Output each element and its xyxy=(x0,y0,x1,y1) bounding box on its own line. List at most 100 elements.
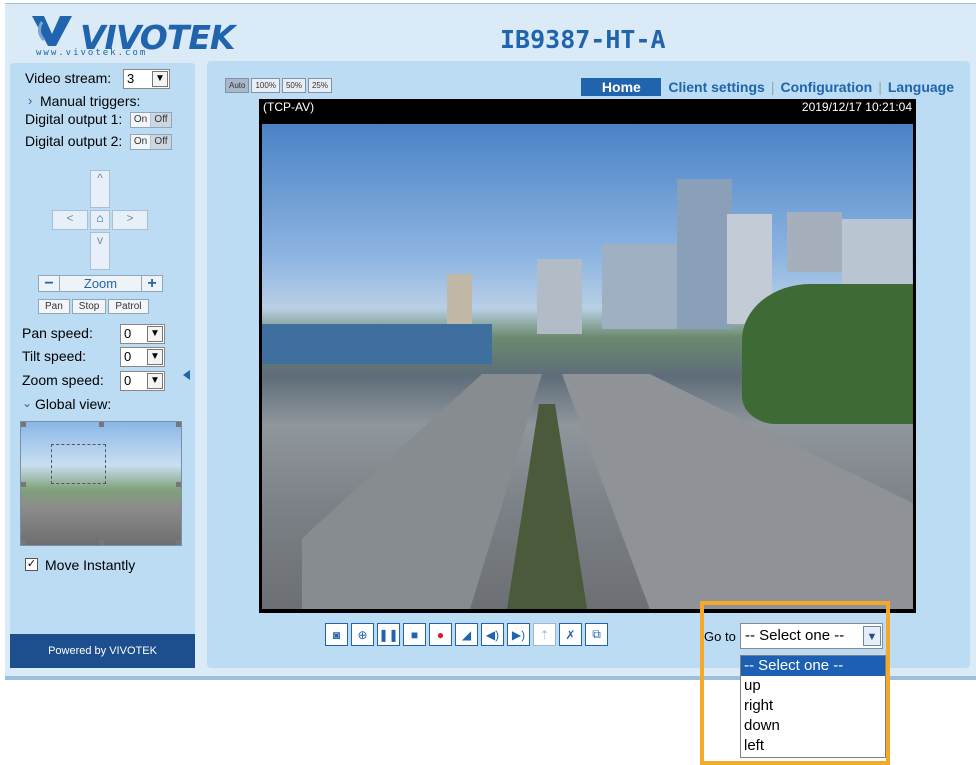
stop-button[interactable]: Stop xyxy=(71,299,107,314)
nav-home[interactable]: Home xyxy=(581,78,662,96)
digital-output-1-on-button[interactable]: On xyxy=(131,113,151,127)
upload-button[interactable]: ⇡ xyxy=(533,623,556,646)
nav-client-settings[interactable]: Client settings xyxy=(668,79,764,95)
vivotek-logo: VIVOTEK www.vivotek.com xyxy=(30,12,235,58)
dropdown-option[interactable]: up xyxy=(741,676,885,696)
home-icon: ⌂ xyxy=(96,211,104,225)
zoom-speed-select[interactable]: 0 ▼ xyxy=(120,371,165,391)
chevron-left-icon: < xyxy=(66,211,74,225)
fullscreen-button[interactable]: ⧉ xyxy=(585,623,608,646)
volume-icon: ◢ xyxy=(461,627,472,642)
pan-speed-value: 0 xyxy=(124,326,132,341)
global-view-thumbnail[interactable] xyxy=(20,421,182,546)
digital-output-2-off-button[interactable]: Off xyxy=(151,135,171,149)
live-video-view[interactable]: (TCP-AV) 2019/12/17 10:21:04 xyxy=(259,99,916,613)
move-instantly-checkbox[interactable]: ✓ xyxy=(25,558,38,571)
video-stream-select[interactable]: 3 ▼ xyxy=(123,69,170,89)
camera-scene-trees xyxy=(742,284,913,424)
dropdown-option[interactable]: down xyxy=(741,716,885,736)
resize-handle[interactable] xyxy=(99,540,104,545)
ptz-down-button[interactable]: v xyxy=(90,232,110,270)
zoom-control: − Zoom + xyxy=(38,275,163,292)
resize-handle[interactable] xyxy=(176,422,181,427)
size-auto-button[interactable]: Auto xyxy=(225,78,250,93)
fullscreen-icon: ⧉ xyxy=(592,627,601,641)
ptz-left-button[interactable]: < xyxy=(52,210,88,230)
resize-handle[interactable] xyxy=(99,422,104,427)
resize-handle[interactable] xyxy=(176,540,181,545)
resize-handle[interactable] xyxy=(21,482,26,487)
chevron-right-icon: > xyxy=(126,211,134,225)
nav-language[interactable]: Language xyxy=(888,79,954,95)
digital-output-1-off-button[interactable]: Off xyxy=(151,113,171,127)
size-25-button[interactable]: 25% xyxy=(307,78,332,93)
speaker-icon: ◀) xyxy=(485,627,500,642)
camera-scene-river xyxy=(262,324,492,364)
zoom-in-icon: ⊕ xyxy=(357,627,368,642)
size-50-button[interactable]: 50% xyxy=(281,78,306,93)
patrol-button[interactable]: Patrol xyxy=(108,299,149,314)
resize-handle[interactable] xyxy=(21,540,26,545)
triangle-right-icon: › xyxy=(28,93,33,108)
chevron-down-icon: ▼ xyxy=(147,349,163,365)
tilt-speed-select[interactable]: 0 ▼ xyxy=(120,347,165,367)
ptz-home-button[interactable]: ⌂ xyxy=(90,210,110,230)
record-button[interactable]: ● xyxy=(429,623,452,646)
zoom-out-button[interactable]: − xyxy=(39,276,59,292)
resize-handle[interactable] xyxy=(21,422,26,427)
chevron-down-icon: ▼ xyxy=(863,626,881,646)
pause-button[interactable]: ❚❚ xyxy=(377,623,400,646)
snapshot-button[interactable]: ◙ xyxy=(325,623,348,646)
video-stream-label: Video stream: xyxy=(25,70,112,86)
video-protocol: (TCP-AV) xyxy=(263,100,315,114)
ptz-right-button[interactable]: > xyxy=(112,210,148,230)
dropdown-option[interactable]: left xyxy=(741,736,885,756)
dropdown-option[interactable]: right xyxy=(741,696,885,716)
zoom-label: Zoom xyxy=(59,276,142,291)
zoom-speed-label: Zoom speed: xyxy=(22,372,104,388)
ptz-up-button[interactable]: ^ xyxy=(90,170,110,208)
size-100-button[interactable]: 100% xyxy=(251,78,280,93)
nav-separator: | xyxy=(878,79,882,95)
video-timestamp: 2019/12/17 10:21:04 xyxy=(801,100,912,114)
digital-output-2-label: Digital output 2: xyxy=(25,133,123,149)
talk-icon: ▶) xyxy=(511,627,526,642)
page-title: IB9387-HT-A xyxy=(500,25,666,54)
stop-icon: ■ xyxy=(410,627,419,642)
chevron-down-icon: v xyxy=(97,233,103,247)
pan-speed-label: Pan speed: xyxy=(22,325,93,341)
camera-icon: ◙ xyxy=(332,627,341,642)
upload-icon: ⇡ xyxy=(539,627,550,642)
chevron-down-icon: ▼ xyxy=(152,71,168,87)
pan-speed-select[interactable]: 0 ▼ xyxy=(120,324,165,344)
collapse-panel-icon[interactable] xyxy=(183,370,190,380)
global-view-selection-box[interactable] xyxy=(51,444,106,484)
camera-scene-building xyxy=(537,259,582,334)
video-control-toolbar: ◙ ⊕ ❚❚ ■ ● ◢ ◀) ▶) ⇡ ✗ ⧉ xyxy=(325,623,608,646)
manual-triggers-label: Manual triggers: xyxy=(40,93,141,109)
mic-mute-button[interactable]: ✗ xyxy=(559,623,582,646)
goto-dropdown-list: -- Select one -- up right down left xyxy=(740,655,886,758)
nav-separator: | xyxy=(770,79,775,95)
speaker-button[interactable]: ◀) xyxy=(481,623,504,646)
camera-feed-image xyxy=(262,124,913,609)
expand-icon[interactable]: ⌄ xyxy=(22,396,32,410)
volume-button[interactable]: ◢ xyxy=(455,623,478,646)
nav-configuration[interactable]: Configuration xyxy=(780,79,872,95)
zoom-in-button[interactable]: + xyxy=(142,276,162,292)
camera-scene-road xyxy=(302,374,542,609)
top-nav: Home Client settings | Configuration | L… xyxy=(581,78,954,96)
talk-button[interactable]: ▶) xyxy=(507,623,530,646)
view-size-buttons: Auto 100% 50% 25% xyxy=(225,78,332,93)
goto-selected-value: -- Select one -- xyxy=(745,627,845,644)
pan-button[interactable]: Pan xyxy=(38,299,70,314)
main-view-panel: Auto 100% 50% 25% Home Client settings |… xyxy=(207,61,970,668)
dropdown-option[interactable]: -- Select one -- xyxy=(741,656,885,676)
goto-preset-select[interactable]: -- Select one -- ▼ xyxy=(740,623,883,649)
digital-zoom-button[interactable]: ⊕ xyxy=(351,623,374,646)
stop-button[interactable]: ■ xyxy=(403,623,426,646)
left-control-panel: Video stream: 3 ▼ › Manual triggers: Dig… xyxy=(10,63,195,668)
resize-handle[interactable] xyxy=(176,482,181,487)
digital-output-2-on-button[interactable]: On xyxy=(131,135,151,149)
logo-mark-icon xyxy=(32,16,72,46)
